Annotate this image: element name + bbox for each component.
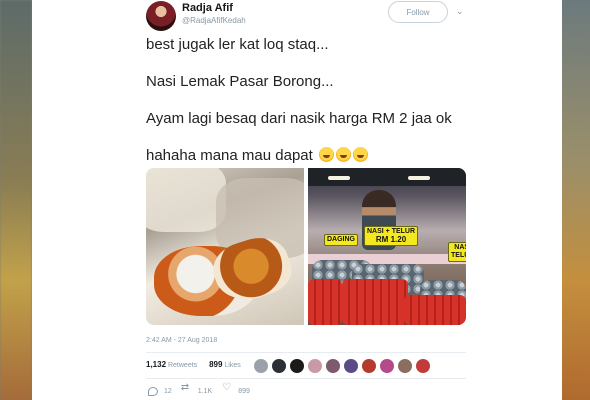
price-sign-right: NASI TELUR [448, 242, 466, 262]
tweet-line: Ayam lagi besaq dari nasik harga RM 2 ja… [146, 110, 452, 127]
liker-avatar[interactable] [361, 358, 377, 374]
price-sign-nasi-telur: NASI + TELUR RM 1.20 [364, 226, 419, 246]
background-left-strip [0, 0, 32, 400]
reply-icon[interactable] [148, 386, 158, 396]
tweet-text: best jugak ler kat loq staq... Nasi Lema… [146, 36, 526, 184]
reply-action[interactable]: 12 [148, 386, 172, 396]
divider [146, 378, 466, 379]
tears-of-joy-emoji-icon [352, 147, 368, 162]
tweet-timestamp[interactable]: 2:42 AM - 27 Aug 2018 [146, 337, 217, 344]
liker-avatar[interactable] [253, 358, 269, 374]
tweet-actions: 12 1.1K 899 [148, 382, 250, 396]
reply-count: 12 [164, 387, 172, 395]
foil-wrap [146, 168, 226, 232]
ceiling-light [408, 176, 430, 180]
chevron-down-icon[interactable]: ⌄ [456, 6, 464, 17]
tweet-line: hahaha mana mau dapat [146, 147, 313, 164]
price-sign-daging: DAGING [324, 234, 358, 246]
tears-of-joy-emoji-icon [318, 147, 334, 162]
tweet-line-with-emoji: hahaha mana mau dapat [146, 147, 526, 165]
liker-avatar[interactable] [343, 358, 359, 374]
liker-avatar[interactable] [271, 358, 287, 374]
ceiling-light [328, 176, 350, 180]
tweet-card: Radja Afif @RadjaAfifKedah Follow ⌄ best… [32, 0, 562, 400]
heart-icon[interactable] [222, 382, 232, 396]
retweet-action[interactable]: 1.1K [181, 382, 213, 396]
photo-market-stall[interactable]: DAGING NASI + TELUR RM 1.20 NASI TELUR [308, 168, 466, 325]
divider [146, 352, 466, 353]
retweet-count: 1.1K [197, 387, 213, 395]
liker-avatar[interactable] [379, 358, 395, 374]
author-name[interactable]: Radja Afif [182, 2, 233, 14]
follow-button[interactable]: Follow [388, 1, 448, 23]
retweet-icon[interactable] [181, 382, 192, 396]
liker-avatars [253, 358, 431, 374]
tweet-line: Nasi Lemak Pasar Borong... [146, 73, 334, 90]
likes-count[interactable]: 899 [209, 360, 222, 369]
likes-label[interactable]: Likes [224, 362, 240, 369]
tweet-stats: 1,132 Retweets 899 Likes [146, 360, 241, 369]
photo-nasi-lemak[interactable] [146, 168, 304, 325]
liker-avatar[interactable] [307, 358, 323, 374]
red-basket [308, 279, 342, 325]
tweet-line: best jugak ler kat loq staq... [146, 36, 329, 53]
liker-avatar[interactable] [397, 358, 413, 374]
author-handle[interactable]: @RadjaAfifKedah [182, 16, 246, 25]
tears-of-joy-emoji-icon [335, 147, 351, 162]
retweets-count[interactable]: 1,132 [146, 360, 166, 369]
red-basket [404, 295, 466, 325]
red-basket [342, 279, 408, 325]
like-count: 899 [238, 387, 250, 395]
avatar[interactable] [146, 1, 176, 31]
tweet-media[interactable]: DAGING NASI + TELUR RM 1.20 NASI TELUR [146, 168, 466, 325]
liker-avatar[interactable] [415, 358, 431, 374]
liker-avatar[interactable] [289, 358, 305, 374]
tweet-header: Radja Afif @RadjaAfifKedah Follow ⌄ [32, 0, 562, 40]
retweets-label[interactable]: Retweets [168, 362, 197, 369]
like-action[interactable]: 899 [222, 382, 250, 396]
background-right-strip [562, 0, 590, 400]
liker-avatar[interactable] [325, 358, 341, 374]
